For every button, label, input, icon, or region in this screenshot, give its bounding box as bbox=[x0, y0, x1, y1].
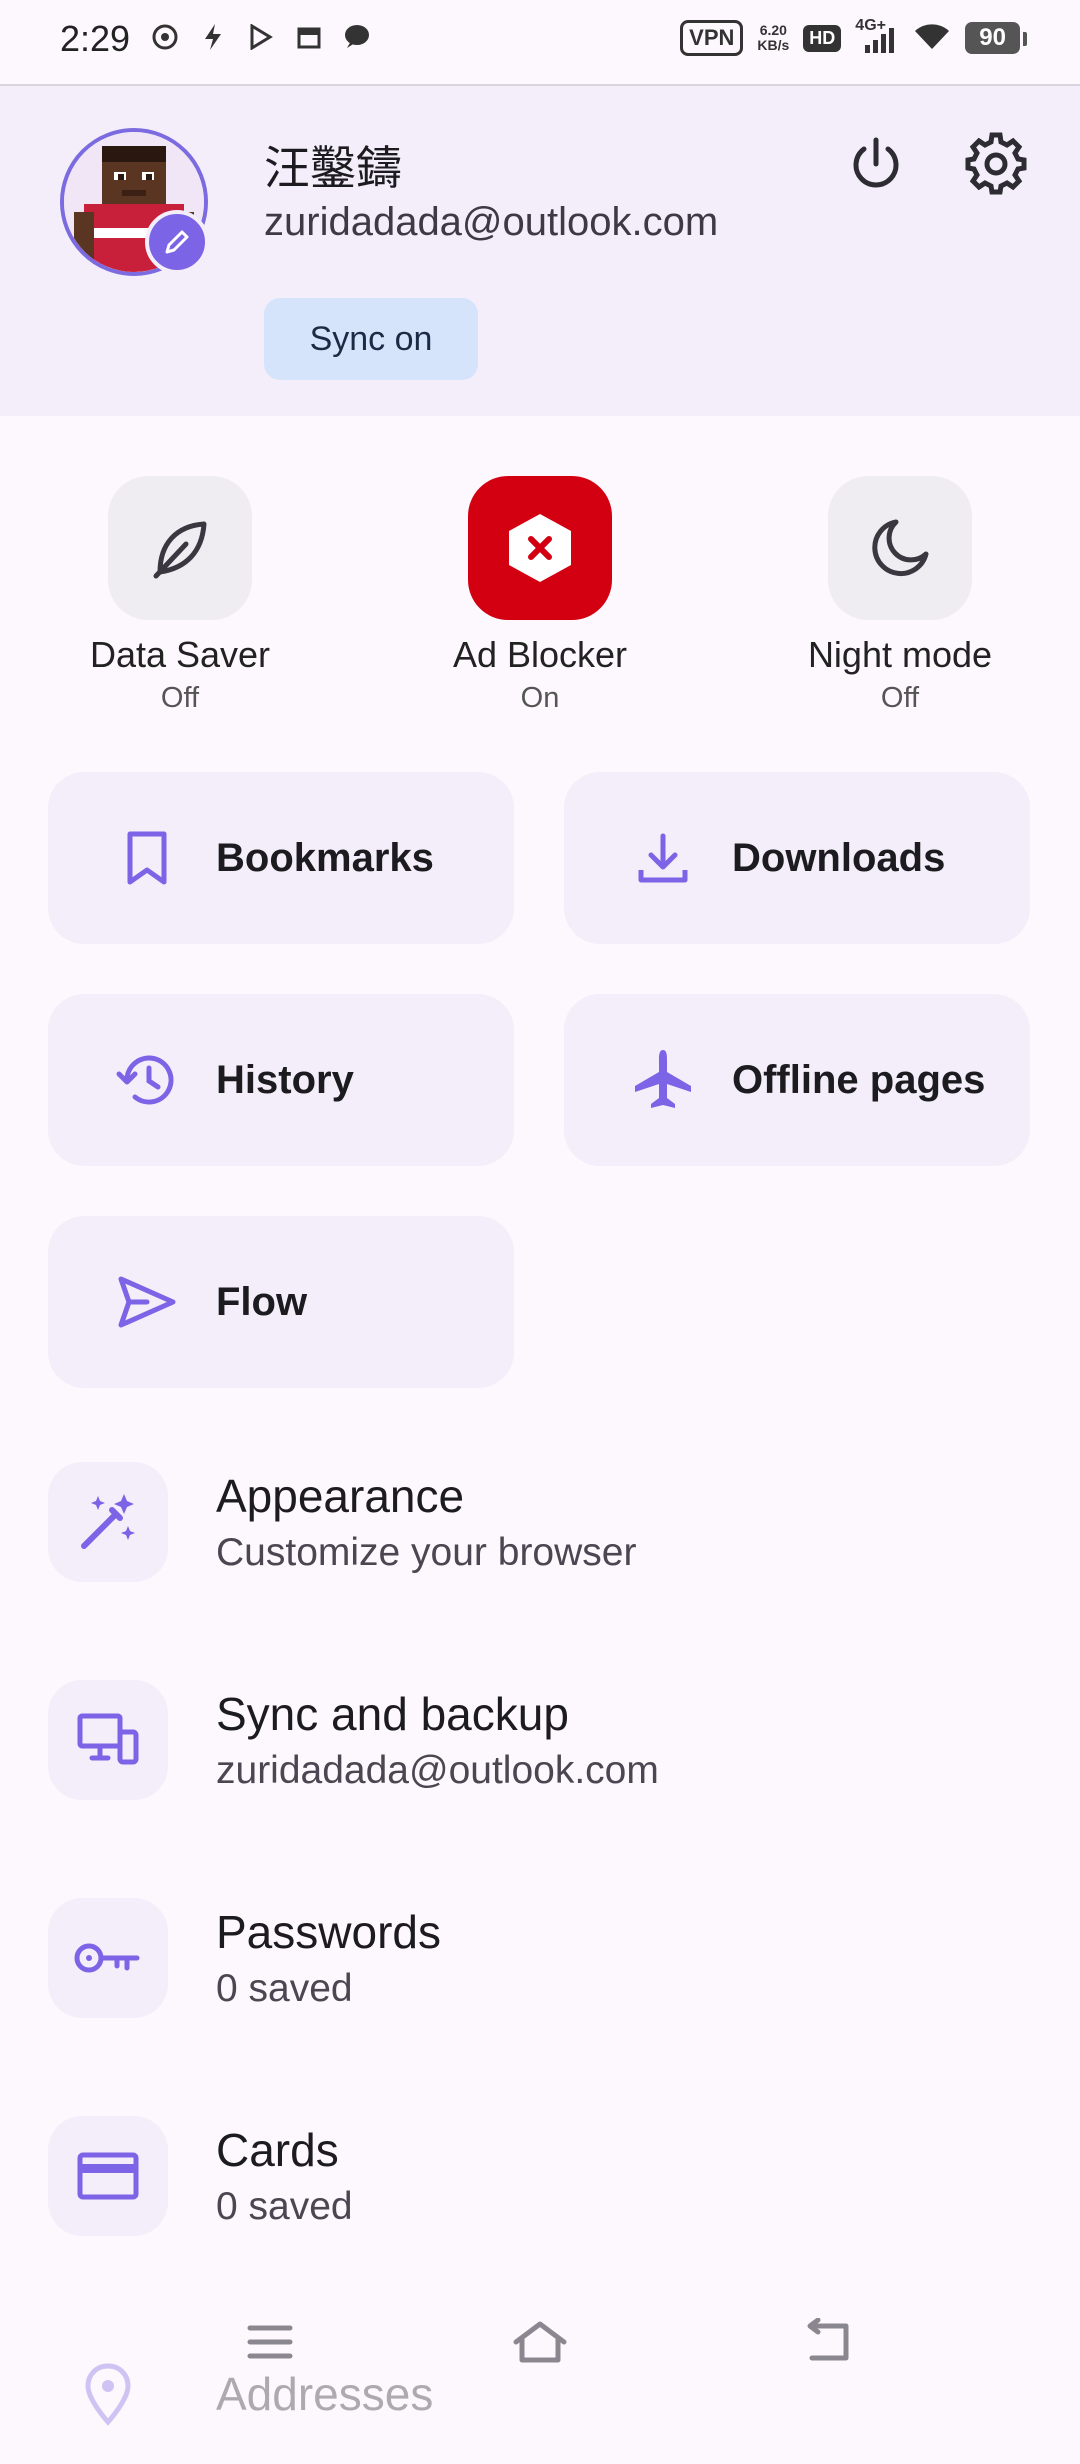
wifi-icon bbox=[913, 21, 951, 56]
row-subtitle: 0 saved bbox=[216, 1967, 353, 2010]
tile-label: Downloads bbox=[732, 835, 946, 880]
credit-card-icon bbox=[48, 2116, 168, 2236]
download-icon bbox=[628, 823, 698, 893]
appearance-row[interactable]: Appearance Customize your browser bbox=[48, 1452, 1048, 1592]
moon-icon bbox=[872, 519, 929, 577]
ad-blocker-toggle[interactable]: Ad Blocker On bbox=[390, 476, 690, 715]
pencil-icon bbox=[165, 230, 189, 254]
speed-value: 6.20 bbox=[759, 22, 787, 38]
location-pin-icon bbox=[48, 2334, 168, 2454]
row-title: Addresses bbox=[216, 2368, 434, 2420]
bookmark-icon bbox=[112, 823, 182, 893]
network-speed: 6.20 KB/s bbox=[757, 23, 789, 53]
status-system-icons: VPN 6.20 KB/s HD 4G+ 90 bbox=[680, 17, 1027, 56]
power-icon bbox=[853, 137, 899, 188]
edit-avatar-button[interactable] bbox=[145, 210, 209, 274]
sync-on-button[interactable]: Sync on bbox=[264, 298, 478, 380]
flow-tile[interactable]: Flow bbox=[48, 1216, 514, 1388]
row-subtitle: zuridadada@outlook.com bbox=[216, 1749, 659, 1792]
tile-label: Flow bbox=[216, 1279, 308, 1324]
battery-indicator: 90 bbox=[965, 22, 1027, 54]
row-subtitle: Customize your browser bbox=[216, 1531, 637, 1574]
night-mode-toggle[interactable]: Night mode Off bbox=[750, 476, 1050, 715]
tile-label: Offline pages bbox=[732, 1057, 986, 1102]
history-tile[interactable]: History bbox=[48, 994, 514, 1166]
toggle-label: Ad Blocker bbox=[452, 634, 628, 675]
row-title: Appearance bbox=[216, 1470, 465, 1522]
tile-label: History bbox=[216, 1057, 354, 1102]
calendar-icon bbox=[294, 22, 324, 52]
data-saver-toggle[interactable]: Data Saver Off bbox=[30, 476, 330, 715]
settings-button[interactable] bbox=[960, 128, 1032, 200]
magic-wand-icon bbox=[48, 1462, 168, 1582]
bookmarks-tile[interactable]: Bookmarks bbox=[48, 772, 514, 944]
nav-menu-button[interactable] bbox=[230, 2312, 310, 2372]
status-time: 2:29 bbox=[60, 18, 131, 59]
menu-icon bbox=[247, 2325, 293, 2359]
nav-home-button[interactable] bbox=[500, 2312, 580, 2372]
gear-icon bbox=[965, 132, 1027, 195]
offline-pages-tile[interactable]: Offline pages bbox=[564, 994, 1030, 1166]
cellular-signal-icon: 4G+ bbox=[855, 17, 899, 55]
account-email: zuridadada@outlook.com bbox=[264, 200, 719, 244]
airplane-icon bbox=[628, 1045, 698, 1115]
home-icon bbox=[513, 2321, 567, 2363]
night-mode-button[interactable] bbox=[828, 476, 972, 620]
power-button[interactable] bbox=[840, 128, 912, 200]
toggle-label: Night mode bbox=[807, 634, 993, 675]
key-icon bbox=[48, 1898, 168, 2018]
toggle-state: On bbox=[520, 682, 560, 714]
downloads-tile[interactable]: Downloads bbox=[564, 772, 1030, 944]
speed-unit: KB/s bbox=[757, 37, 790, 53]
row-subtitle: 0 saved bbox=[216, 2185, 353, 2228]
toggle-state: Off bbox=[160, 682, 200, 714]
ad-blocker-icon bbox=[509, 514, 571, 582]
play-store-icon bbox=[246, 22, 276, 52]
hd-indicator: HD bbox=[803, 24, 842, 52]
ad-blocker-button[interactable] bbox=[468, 476, 612, 620]
bolt-icon bbox=[198, 22, 228, 52]
cards-row[interactable]: Cards 0 saved bbox=[48, 2106, 1048, 2246]
data-saver-button[interactable] bbox=[108, 476, 252, 620]
leaf-icon bbox=[153, 521, 207, 579]
back-icon bbox=[807, 2318, 849, 2361]
row-title: Sync and backup bbox=[216, 1688, 569, 1740]
row-title: Passwords bbox=[216, 1906, 441, 1958]
toggle-state: Off bbox=[880, 682, 920, 714]
tile-label: Bookmarks bbox=[216, 835, 434, 880]
sync-and-backup-row[interactable]: Sync and backup zuridadada@outlook.com bbox=[48, 1670, 1048, 1810]
chat-bubble-icon bbox=[342, 22, 372, 52]
status-notification-icons bbox=[150, 22, 372, 52]
chrome-icon bbox=[150, 22, 180, 52]
toggle-label: Data Saver bbox=[89, 634, 271, 675]
passwords-row[interactable]: Passwords 0 saved bbox=[48, 1888, 1048, 2028]
history-icon bbox=[112, 1045, 182, 1115]
row-title: Cards bbox=[216, 2124, 339, 2176]
vpn-indicator: VPN bbox=[680, 20, 744, 56]
send-icon bbox=[112, 1267, 182, 1337]
nav-back-button[interactable] bbox=[786, 2312, 866, 2372]
devices-icon bbox=[48, 1680, 168, 1800]
account-name: 汪鑿鑄 bbox=[264, 141, 402, 195]
